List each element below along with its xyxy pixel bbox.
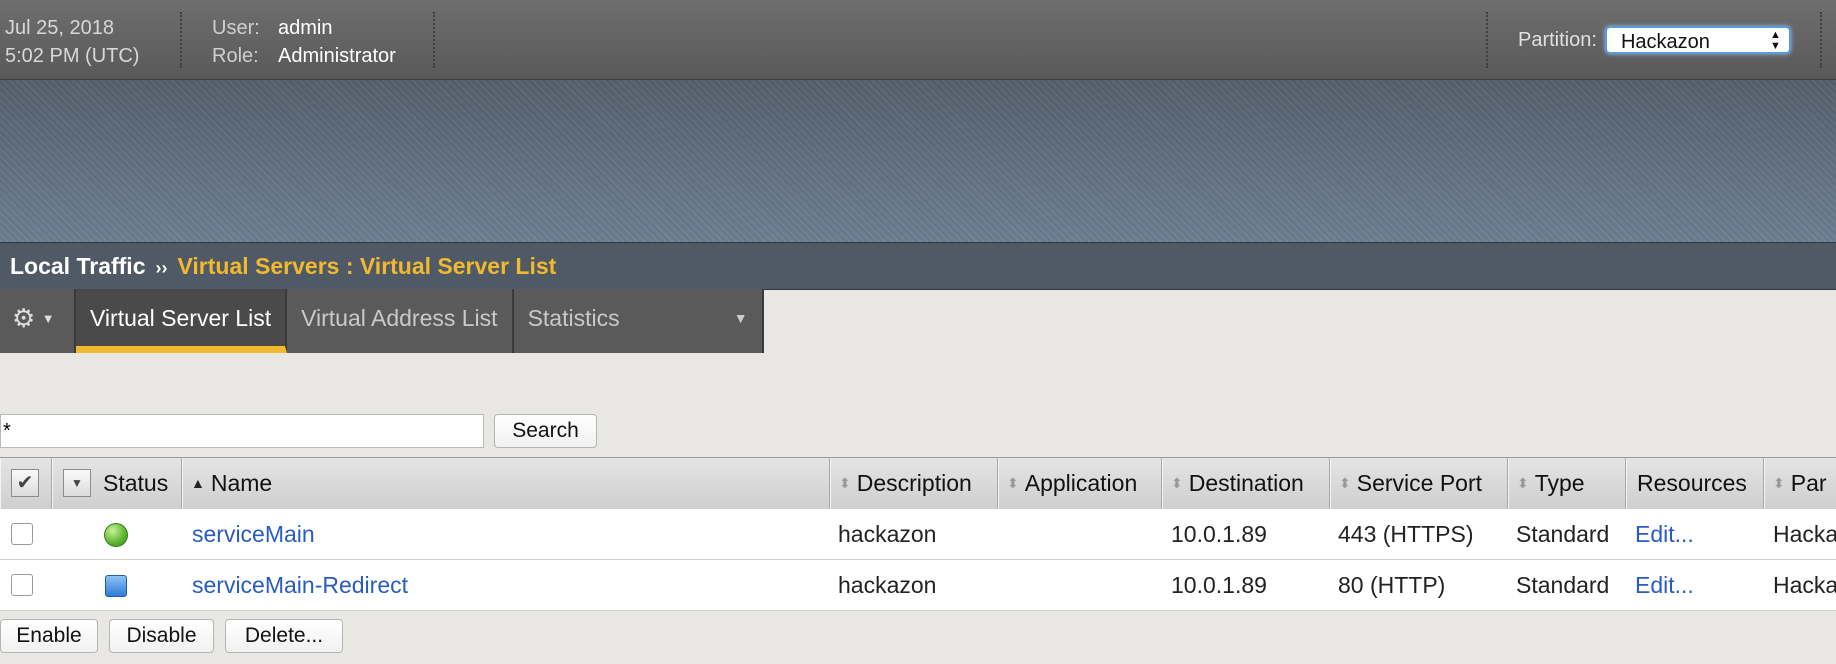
status-unknown-icon	[105, 575, 127, 597]
virtual-server-name-link[interactable]: serviceMain-Redirect	[192, 560, 408, 610]
table-header: ✔ ▼ Status ▲ Name ⬍ Description ⬍ Applicati…	[0, 457, 1836, 510]
row-checkbox[interactable]	[11, 574, 33, 596]
sort-icon: ⬍	[1773, 475, 1785, 491]
partition-selector: Partition: Hackazon ▲ ▼	[1518, 26, 1791, 54]
column-partition: Par	[1790, 470, 1827, 496]
status-column-header[interactable]: ▼ Status	[52, 458, 182, 509]
sort-icon: ⬍	[1007, 475, 1019, 491]
tab-statistics-label: Statistics	[527, 305, 620, 331]
type-column-header[interactable]: ⬍ Type	[1508, 458, 1626, 509]
top-header-bar: Jul 25, 2018 5:02 PM (UTC) User: admin Ro…	[0, 0, 1836, 80]
column-type: Type	[1534, 470, 1585, 496]
current-time: 5:02 PM (UTC)	[5, 45, 140, 67]
tab-settings-menu[interactable]: ⚙ ▼	[0, 289, 76, 353]
gear-icon: ⚙	[12, 303, 36, 333]
select-all-checkbox[interactable]: ✔	[11, 469, 39, 497]
disable-button[interactable]: Disable	[109, 619, 214, 653]
search-input[interactable]	[0, 414, 484, 448]
virtual-server-name-link[interactable]: serviceMain	[192, 509, 315, 559]
header-divider	[1486, 12, 1488, 68]
column-service-port: Service Port	[1356, 470, 1482, 496]
description-column-header[interactable]: ⬍ Description	[830, 458, 998, 509]
partition-cell: Hacka	[1773, 572, 1836, 598]
description-cell: hackazon	[838, 572, 937, 598]
column-application: Application	[1024, 470, 1138, 496]
status-available-icon	[104, 523, 128, 547]
date-time: Jul 25, 2018 5:02 PM (UTC)	[5, 14, 139, 70]
service-port-column-header[interactable]: ⬍ Service Port	[1330, 458, 1508, 509]
resources-edit-link[interactable]: Edit...	[1635, 560, 1694, 610]
table-row: serviceMain hackazon 10.0.1.89 443 (HTTP…	[0, 509, 1836, 560]
type-cell: Standard	[1516, 521, 1610, 547]
service-port-cell: 443 (HTTPS)	[1338, 521, 1474, 547]
row-checkbox[interactable]	[11, 523, 33, 545]
tab-virtual-address-list[interactable]: Virtual Address List	[287, 289, 514, 353]
breadcrumb-section[interactable]: Local Traffic	[10, 253, 145, 279]
destination-cell: 10.0.1.89	[1171, 572, 1267, 598]
sort-ascending-icon: ▲	[191, 475, 205, 491]
column-resources: Resources	[1637, 470, 1747, 496]
chevron-down-icon: ▼	[733, 310, 748, 326]
table-row: serviceMain-Redirect hackazon 10.0.1.89 …	[0, 560, 1836, 611]
user-value: admin	[278, 17, 333, 39]
sort-icon: ⬍	[839, 475, 851, 491]
user-label: User:	[212, 17, 260, 39]
enable-button[interactable]: Enable	[0, 619, 98, 653]
destination-cell: 10.0.1.89	[1171, 521, 1267, 547]
select-arrows-icon: ▲ ▼	[1770, 29, 1781, 52]
sort-icon: ⬍	[1339, 475, 1351, 491]
current-date: Jul 25, 2018	[5, 17, 114, 39]
service-port-cell: 80 (HTTP)	[1338, 572, 1446, 598]
resources-edit-link[interactable]: Edit...	[1635, 509, 1694, 559]
breadcrumb-page: Virtual Servers : Virtual Server List	[177, 253, 557, 279]
banner-area	[0, 80, 1836, 242]
column-description: Description	[856, 470, 972, 496]
role-label: Role:	[212, 45, 259, 67]
column-menu-dropdown[interactable]: ▼	[63, 469, 91, 497]
destination-column-header[interactable]: ⬍ Destination	[1162, 458, 1330, 509]
type-cell: Standard	[1516, 572, 1610, 598]
partition-label: Partition:	[1518, 28, 1597, 51]
sort-icon: ⬍	[1517, 475, 1529, 491]
breadcrumb: Local Traffic ›› Virtual Servers : Virtual…	[0, 242, 1836, 290]
partition-select[interactable]: Hackazon ▲ ▼	[1604, 26, 1791, 54]
column-destination: Destination	[1188, 470, 1304, 496]
header-divider	[1820, 12, 1822, 68]
name-column-header[interactable]: ▲ Name	[182, 458, 830, 509]
search-button[interactable]: Search	[494, 414, 597, 448]
partition-cell: Hacka	[1773, 521, 1836, 547]
tab-virtual-server-list[interactable]: Virtual Server List	[76, 289, 288, 353]
header-divider	[180, 12, 182, 68]
partition-column-header[interactable]: ⬍ Par	[1764, 458, 1836, 509]
column-status: Status	[103, 470, 169, 496]
chevron-down-icon: ▼	[41, 311, 55, 326]
breadcrumb-separator: ››	[155, 258, 168, 278]
header-divider	[433, 12, 435, 68]
tab-bar: ⚙ ▼ Virtual Server List Virtual Address …	[0, 289, 764, 353]
resources-column-header: Resources	[1626, 458, 1764, 509]
partition-value: Hackazon	[1620, 31, 1710, 53]
application-column-header[interactable]: ⬍ Application	[998, 458, 1162, 509]
sort-icon: ⬍	[1171, 475, 1183, 491]
tab-statistics[interactable]: Statistics ▼	[513, 289, 764, 353]
role-value: Administrator	[278, 45, 396, 67]
delete-button[interactable]: Delete...	[225, 619, 343, 653]
description-cell: hackazon	[838, 521, 937, 547]
user-info: User: admin Role: Administrator	[212, 14, 396, 70]
column-name: Name	[210, 470, 273, 496]
select-all-cell: ✔	[0, 458, 52, 509]
